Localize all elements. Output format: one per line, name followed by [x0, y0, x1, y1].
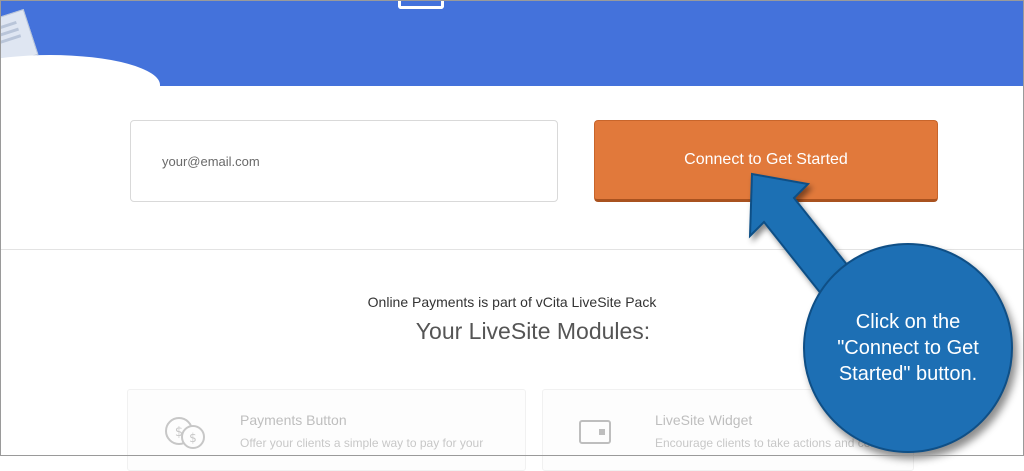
svg-text:$: $	[189, 431, 197, 445]
callout-text: Click on the "Connect to Get Started" bu…	[837, 311, 979, 385]
module-title: LiveSite Widget	[655, 412, 753, 428]
module-title: Payments Button	[240, 412, 347, 428]
connect-button[interactable]: Connect to Get Started	[594, 120, 938, 202]
hero-curve	[0, 55, 160, 86]
email-field[interactable]	[130, 120, 558, 202]
widget-icon	[579, 420, 611, 444]
device-illustration-icon	[398, 0, 444, 9]
svg-text:$: $	[175, 425, 183, 440]
instruction-callout: Click on the "Connect to Get Started" bu…	[803, 243, 1013, 453]
hero-banner	[0, 0, 1024, 86]
module-card-payments-button[interactable]: $ $ Payments Button Offer your clients a…	[127, 389, 526, 471]
coins-icon: $ $	[165, 417, 205, 449]
module-description: Offer your clients a simple way to pay f…	[240, 436, 484, 450]
